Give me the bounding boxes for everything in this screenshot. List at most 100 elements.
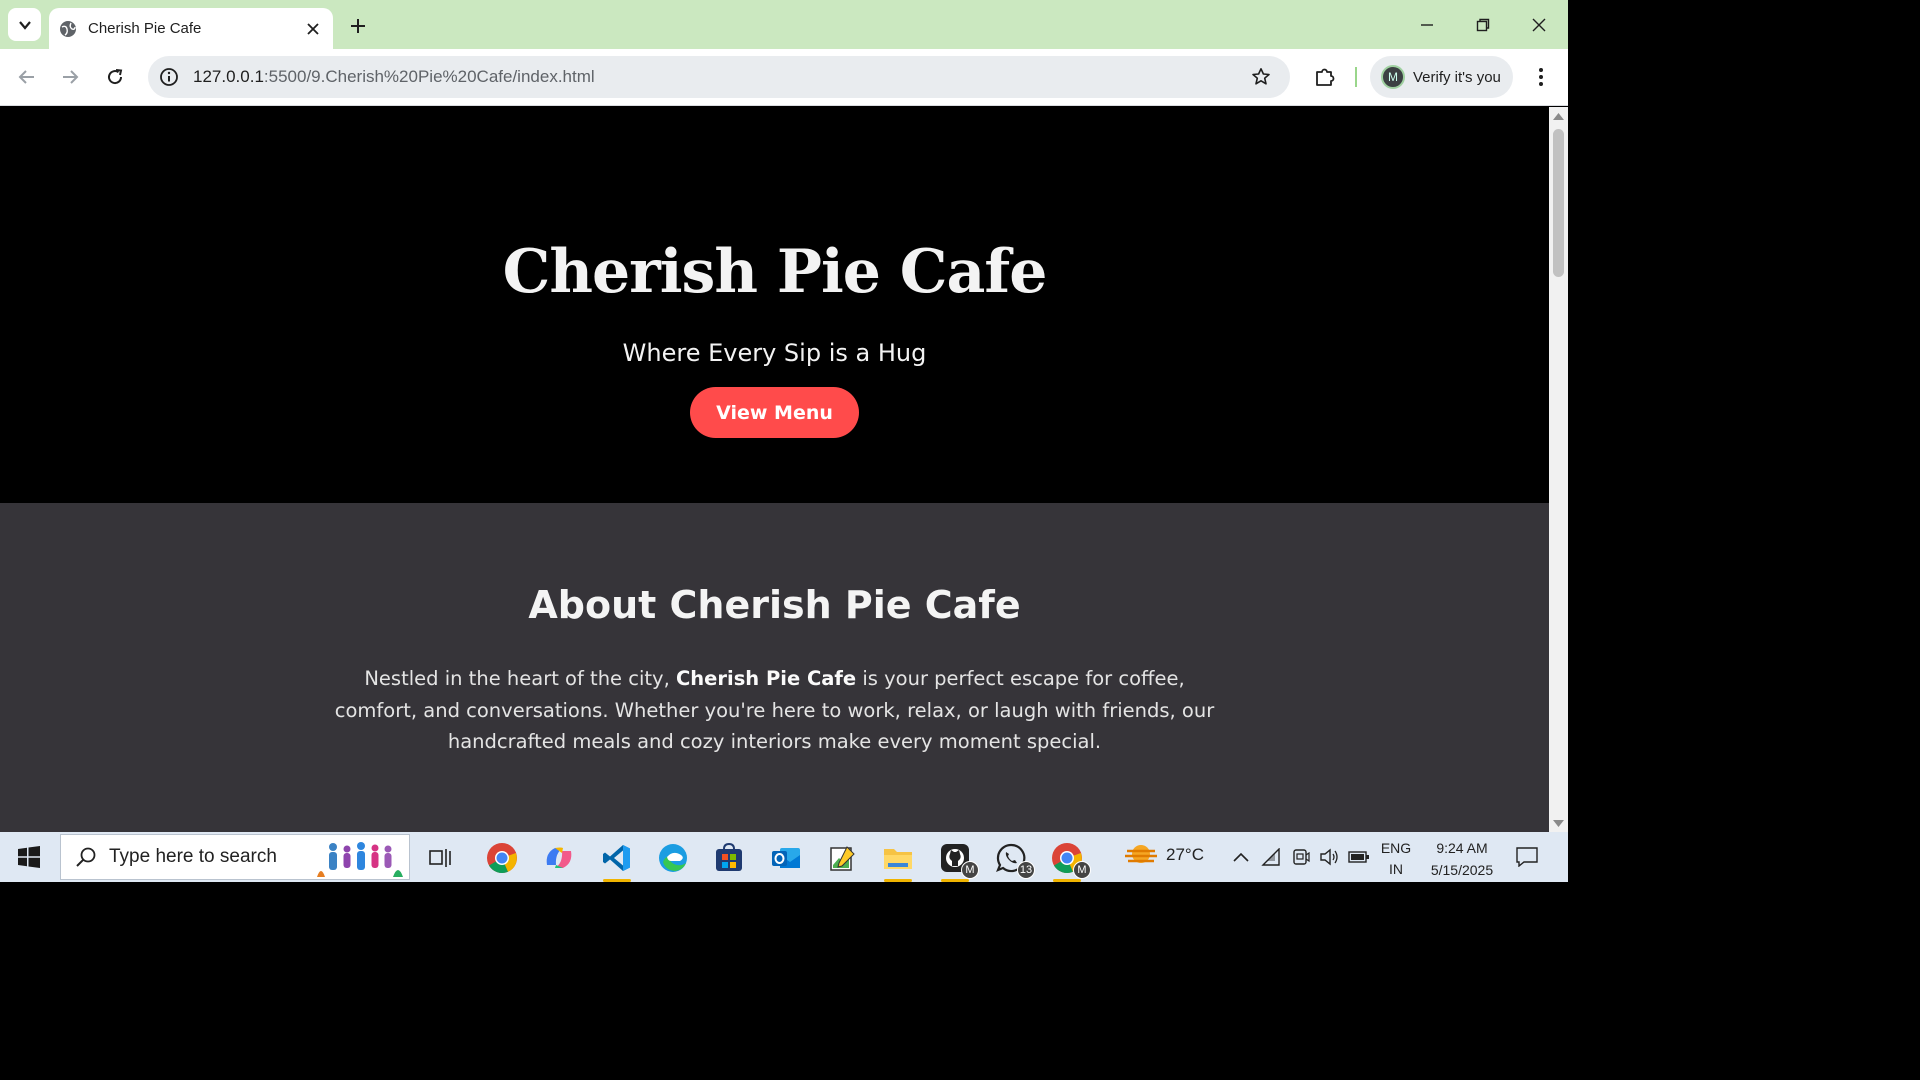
reload-button[interactable] [99, 61, 131, 93]
tab-title: Cherish Pie Cafe [88, 20, 202, 37]
active-indicator [884, 879, 912, 882]
folder-icon [884, 849, 912, 869]
taskbar-search[interactable]: Type here to search [60, 834, 410, 880]
profile-button[interactable]: M Verify it's you [1370, 56, 1513, 98]
lang-line1: ENG [1380, 840, 1412, 856]
globe-icon [60, 20, 76, 37]
tab-close-button[interactable] [301, 17, 325, 41]
scroll-thumb[interactable] [1553, 129, 1564, 277]
browser-titlebar: Cherish Pie Cafe [0, 0, 1568, 49]
search-icon [76, 847, 96, 867]
wifi-icon [1261, 848, 1280, 866]
volume-button[interactable] [1316, 844, 1342, 870]
network-status[interactable] [1258, 844, 1284, 870]
arrow-right-icon [63, 70, 79, 84]
scroll-down-icon[interactable] [1553, 818, 1564, 828]
profile-badge: M [961, 861, 979, 879]
taskbar-github[interactable]: M [933, 837, 979, 882]
close-icon [307, 22, 319, 35]
restore-icon [1476, 18, 1490, 31]
people-illustration-icon [317, 842, 403, 877]
speaker-icon [1320, 848, 1338, 866]
battery-status[interactable] [1346, 844, 1372, 870]
hero-section: Cherish Pie Cafe Where Every Sip is a Hu… [0, 107, 1549, 503]
meet-now-button[interactable] [1288, 844, 1314, 870]
windows-logo-icon [18, 846, 40, 868]
arrow-left-icon [18, 70, 34, 84]
close-icon [1532, 18, 1546, 31]
task-view-button[interactable] [419, 837, 463, 879]
about-paragraph: Nestled in the heart of the city, Cheris… [330, 663, 1219, 758]
search-placeholder: Type here to search [109, 846, 277, 867]
minimize-button[interactable] [1399, 0, 1455, 49]
battery-icon [1348, 851, 1369, 863]
copilot-icon [546, 847, 572, 868]
taskbar-edge[interactable] [651, 837, 695, 879]
show-hidden-icons-button[interactable] [1228, 844, 1254, 870]
store-icon [716, 843, 742, 871]
chevron-down-icon [18, 20, 31, 30]
taskbar-store[interactable] [707, 837, 751, 879]
vscode-icon [603, 845, 630, 871]
site-info-icon[interactable] [158, 66, 180, 88]
taskbar-whatsapp[interactable]: 13 [989, 837, 1035, 879]
system-clock[interactable]: 9:24 AM 5/15/2025 [1420, 837, 1504, 881]
browser-toolbar: 127.0.0.1:5500/9.Cherish%20Pie%20Cafe/in… [0, 49, 1568, 106]
taskbar-file-explorer[interactable] [876, 837, 920, 882]
taskbar-copilot[interactable] [537, 837, 581, 879]
new-tab-button[interactable] [344, 12, 372, 40]
page-scrollbar[interactable] [1549, 107, 1568, 832]
lang-line2: IN [1389, 861, 1403, 877]
taskbar-chrome[interactable] [480, 837, 524, 879]
page-viewport: Cherish Pie Cafe Where Every Sip is a Hu… [0, 107, 1549, 832]
notification-count-badge: 13 [1017, 861, 1035, 879]
tab-search-button[interactable] [8, 8, 41, 41]
taskbar-app-green[interactable] [820, 837, 864, 879]
url-path: :5500/9.Cherish%20Pie%20Cafe/index.html [263, 67, 595, 86]
start-button[interactable] [0, 832, 58, 882]
active-indicator [603, 879, 631, 882]
more-vertical-icon [1539, 68, 1543, 86]
url-host: 127.0.0.1 [193, 67, 264, 86]
about-heading: About Cherish Pie Cafe [528, 583, 1021, 627]
chrome-icon [487, 843, 517, 874]
browser-tab[interactable]: Cherish Pie Cafe [49, 8, 333, 49]
about-section: About Cherish Pie Cafe Nestled in the he… [0, 503, 1549, 832]
haze-weather-icon [1125, 845, 1157, 863]
bookmark-star-icon[interactable] [1250, 66, 1272, 88]
weather-widget[interactable]: 27°C [1124, 842, 1204, 868]
minimize-icon [1421, 23, 1433, 26]
edge-icon [659, 844, 687, 872]
restore-button[interactable] [1455, 0, 1511, 49]
scroll-up-icon[interactable] [1553, 111, 1564, 121]
toolbar-separator [1355, 67, 1357, 87]
active-indicator [1053, 879, 1081, 882]
input-language[interactable]: ENG IN [1378, 838, 1414, 880]
taskbar-vscode[interactable] [595, 837, 639, 882]
back-button[interactable] [11, 61, 43, 93]
browser-menu-button[interactable] [1528, 62, 1554, 92]
task-view-icon [429, 849, 451, 867]
clock-time: 9:24 AM [1436, 840, 1488, 856]
taskbar: Type here to search M 13 M 27°C ENG IN 9… [0, 832, 1568, 882]
profile-badge: M [1073, 861, 1091, 879]
active-indicator [941, 879, 969, 882]
weather-temp: 27°C [1166, 845, 1204, 864]
about-text-start: Nestled in the heart of the city, [364, 667, 676, 690]
about-text-bold: Cherish Pie Cafe [675, 667, 857, 690]
url-text[interactable]: 127.0.0.1:5500/9.Cherish%20Pie%20Cafe/in… [193, 67, 595, 87]
chat-bubble-icon [1516, 847, 1538, 867]
taskbar-chrome-profile[interactable]: M [1045, 837, 1091, 882]
avatar: M [1381, 65, 1405, 89]
taskbar-outlook[interactable] [764, 837, 808, 879]
forward-button[interactable] [54, 61, 86, 93]
plus-icon [351, 19, 365, 33]
notification-center-button[interactable] [1514, 844, 1540, 870]
outlook-icon [772, 848, 800, 868]
extensions-button[interactable] [1310, 62, 1340, 92]
address-bar[interactable]: 127.0.0.1:5500/9.Cherish%20Pie%20Cafe/in… [148, 56, 1290, 98]
close-window-button[interactable] [1511, 0, 1567, 49]
view-menu-button[interactable]: View Menu [690, 387, 859, 438]
clock-date: 5/15/2025 [1430, 862, 1494, 878]
hero-title: Cherish Pie Cafe [502, 237, 1048, 307]
